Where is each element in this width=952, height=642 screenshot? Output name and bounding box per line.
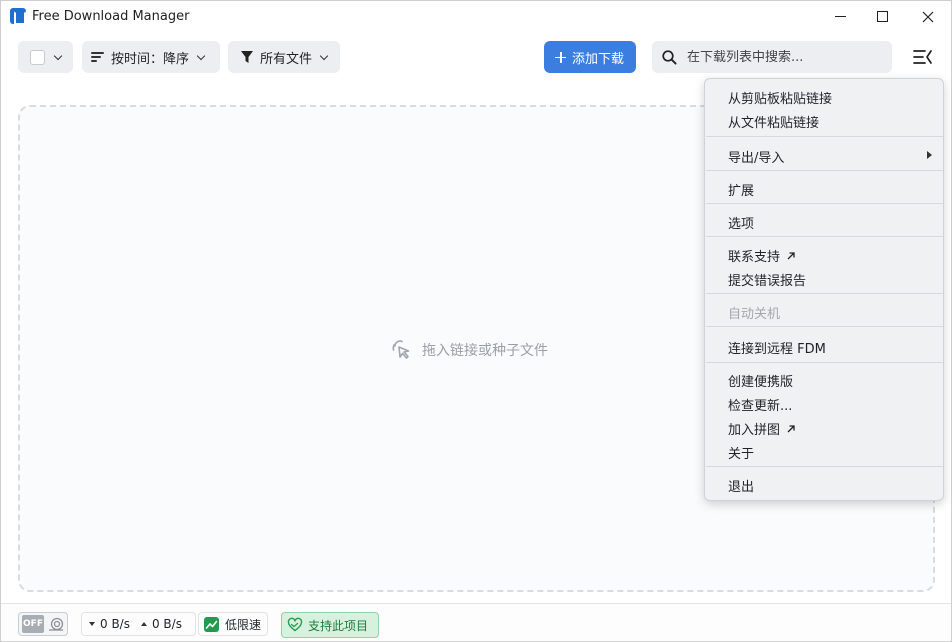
heart-hand-icon: [287, 617, 303, 632]
chevron-down-icon: [320, 53, 328, 61]
menu-item-label: 提交错误报告: [728, 274, 807, 289]
menu-item-label: 关于: [728, 447, 755, 462]
speed-chart-icon: [204, 616, 219, 632]
upload-speed: 0 B/s: [151, 617, 182, 631]
chevron-down-icon: [197, 53, 205, 61]
minimize-button[interactable]: [817, 1, 863, 32]
menu-item-join-puzzle[interactable]: 加入拼图: [728, 419, 796, 438]
plus-icon: [555, 51, 566, 63]
menu-item-about[interactable]: 关于: [728, 443, 754, 462]
upload-speed-icon: [140, 622, 147, 626]
turbo-toggle[interactable]: OFF: [18, 612, 68, 636]
minimize-icon: [834, 16, 846, 17]
external-link-icon: [787, 424, 795, 432]
close-button[interactable]: [905, 1, 951, 32]
cursor-click-icon: [392, 340, 410, 359]
snail-icon: [49, 617, 64, 631]
app-window: Free Download Manager 按时间：降序 所有文件 添加下载 在…: [0, 0, 952, 642]
search-box[interactable]: [652, 41, 892, 73]
download-speed: 0 B/s: [100, 617, 130, 631]
turbo-off-label: OFF: [22, 615, 44, 633]
menu-separator: [706, 136, 943, 137]
maximize-button[interactable]: [859, 1, 905, 32]
drop-hint-text: 拖入链接或种子文件: [422, 343, 548, 359]
menu-item-label: 自动关机: [728, 307, 781, 322]
add-download-label: 添加下载: [572, 51, 625, 67]
menu-item-contact-support[interactable]: 联系支持: [728, 246, 796, 265]
menu-item-export-import[interactable]: 导出/导入: [728, 147, 784, 166]
menu-item-label: 从文件粘贴链接: [728, 116, 820, 131]
menu-separator: [706, 293, 943, 294]
menu-item-options[interactable]: 选项: [728, 213, 754, 232]
menu-separator: [706, 170, 943, 171]
add-download-button[interactable]: 添加下载: [544, 41, 636, 73]
maximize-icon: [876, 11, 888, 22]
search-input[interactable]: [687, 49, 877, 65]
select-all-dropdown[interactable]: [18, 41, 73, 73]
filter-icon: [241, 51, 253, 63]
filter-label: 所有文件: [260, 51, 313, 67]
menu-item-remote-fdm[interactable]: 连接到远程 FDM: [728, 338, 826, 357]
low-speed-mode-button[interactable]: 低限速: [198, 612, 268, 636]
menu-item-check-updates[interactable]: 检查更新...: [728, 395, 792, 414]
low-speed-label: 低限速: [225, 617, 262, 632]
sort-dropdown[interactable]: 按时间：降序: [82, 41, 220, 73]
chevron-down-icon: [54, 53, 62, 61]
select-all-checkbox[interactable]: [30, 49, 45, 65]
title-bar: Free Download Manager: [1, 1, 951, 32]
main-menu: 从剪贴板粘贴链接 从文件粘贴链接 导出/导入 扩展 选项 联系支持 提交错误报告…: [704, 78, 944, 501]
support-project-button[interactable]: 支持此项目: [281, 612, 379, 638]
menu-item-portable[interactable]: 创建便携版: [728, 371, 793, 390]
menu-item-label: 连接到远程 FDM: [728, 342, 826, 357]
menu-item-label: 联系支持: [728, 250, 781, 265]
submenu-arrow-icon: [927, 151, 932, 159]
menu-item-paste-file[interactable]: 从文件粘贴链接: [728, 112, 819, 131]
menu-item-bug-report[interactable]: 提交错误报告: [728, 270, 806, 289]
download-speed-icon: [89, 622, 95, 626]
menu-item-label: 从剪贴板粘贴链接: [728, 92, 833, 107]
external-link-icon: [787, 251, 795, 259]
window-title: Free Download Manager: [32, 9, 190, 24]
app-logo-icon: [10, 8, 26, 25]
menu-item-label: 选项: [728, 217, 755, 232]
filter-dropdown[interactable]: 所有文件: [228, 41, 340, 73]
close-icon: [922, 11, 934, 22]
speed-indicator[interactable]: 0 B/s 0 B/s: [81, 612, 196, 636]
drop-hint: 拖入链接或种子文件: [391, 339, 548, 361]
menu-item-label: 导出/导入: [728, 151, 785, 166]
search-icon: [662, 49, 677, 65]
menu-separator: [706, 326, 943, 327]
main-menu-icon[interactable]: [913, 48, 933, 66]
status-bar: OFF 0 B/s 0 B/s 低限速 支持此项目: [1, 603, 951, 641]
menu-separator: [706, 466, 943, 467]
menu-item-paste-clipboard[interactable]: 从剪贴板粘贴链接: [728, 88, 832, 107]
support-label: 支持此项目: [308, 618, 369, 633]
menu-separator: [706, 362, 943, 363]
menu-separator: [706, 203, 943, 204]
menu-item-label: 退出: [728, 480, 755, 495]
menu-separator: [706, 236, 943, 237]
menu-item-exit[interactable]: 退出: [728, 476, 754, 495]
menu-item-auto-shutdown: 自动关机: [728, 303, 780, 322]
menu-item-label: 加入拼图: [728, 423, 781, 438]
menu-item-label: 扩展: [728, 184, 755, 199]
menu-item-label: 检查更新...: [728, 399, 793, 414]
menu-item-label: 创建便携版: [728, 375, 794, 390]
sort-icon: [91, 52, 104, 62]
menu-item-extensions[interactable]: 扩展: [728, 180, 754, 199]
sort-label: 按时间：降序: [111, 51, 190, 67]
